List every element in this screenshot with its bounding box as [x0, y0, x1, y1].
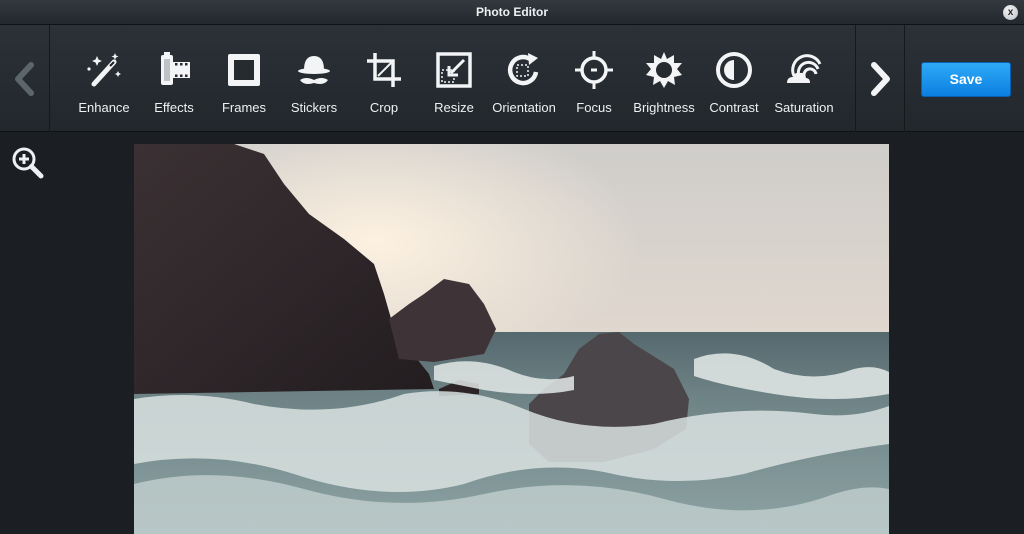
- zoom-in-icon[interactable]: [10, 145, 44, 179]
- chevron-right-icon: [871, 61, 890, 96]
- contrast-icon: [716, 52, 752, 88]
- chevron-left-icon: [14, 61, 34, 96]
- resize-icon: [436, 52, 472, 88]
- crop-icon: [367, 53, 401, 87]
- focus-target-icon: [575, 51, 613, 89]
- hat-mustache-icon: [298, 56, 330, 84]
- save-button[interactable]: Save: [921, 62, 1011, 97]
- rotate-icon: [507, 53, 539, 86]
- tool-resize[interactable]: Resize: [419, 25, 489, 132]
- workspace: [0, 133, 1024, 534]
- tool-orientation[interactable]: Orientation: [489, 25, 559, 132]
- title-bar: Photo Editor x: [0, 0, 1024, 25]
- tool-focus[interactable]: Focus: [559, 25, 629, 132]
- rainbow-icon: [787, 54, 822, 83]
- tool-brightness[interactable]: Brightness: [629, 25, 699, 132]
- tool-crop[interactable]: Crop: [349, 25, 419, 132]
- tool-stickers[interactable]: Stickers: [279, 25, 349, 132]
- toolbar: Enhance Effects Frames Stickers Crop Res…: [0, 25, 1024, 132]
- next-tools-button[interactable]: [855, 25, 905, 132]
- magic-wand-icon: [87, 53, 121, 87]
- photo-canvas[interactable]: [134, 144, 889, 534]
- tool-effects[interactable]: Effects: [139, 25, 209, 132]
- sun-icon: [646, 52, 682, 88]
- frame-icon: [228, 54, 260, 86]
- tool-enhance[interactable]: Enhance: [69, 25, 139, 132]
- tool-label: Saturation: [774, 100, 834, 115]
- film-roll-icon: [161, 52, 190, 85]
- window-title: Photo Editor: [476, 5, 548, 19]
- tool-contrast[interactable]: Contrast: [699, 25, 769, 132]
- previous-tools-button[interactable]: [0, 25, 50, 132]
- tool-saturation[interactable]: Saturation: [769, 25, 839, 132]
- close-button[interactable]: x: [1003, 5, 1018, 20]
- seascape-photo: [134, 144, 889, 534]
- tool-list: Enhance Effects Frames Stickers Crop Res…: [69, 25, 839, 132]
- tool-frames[interactable]: Frames: [209, 25, 279, 132]
